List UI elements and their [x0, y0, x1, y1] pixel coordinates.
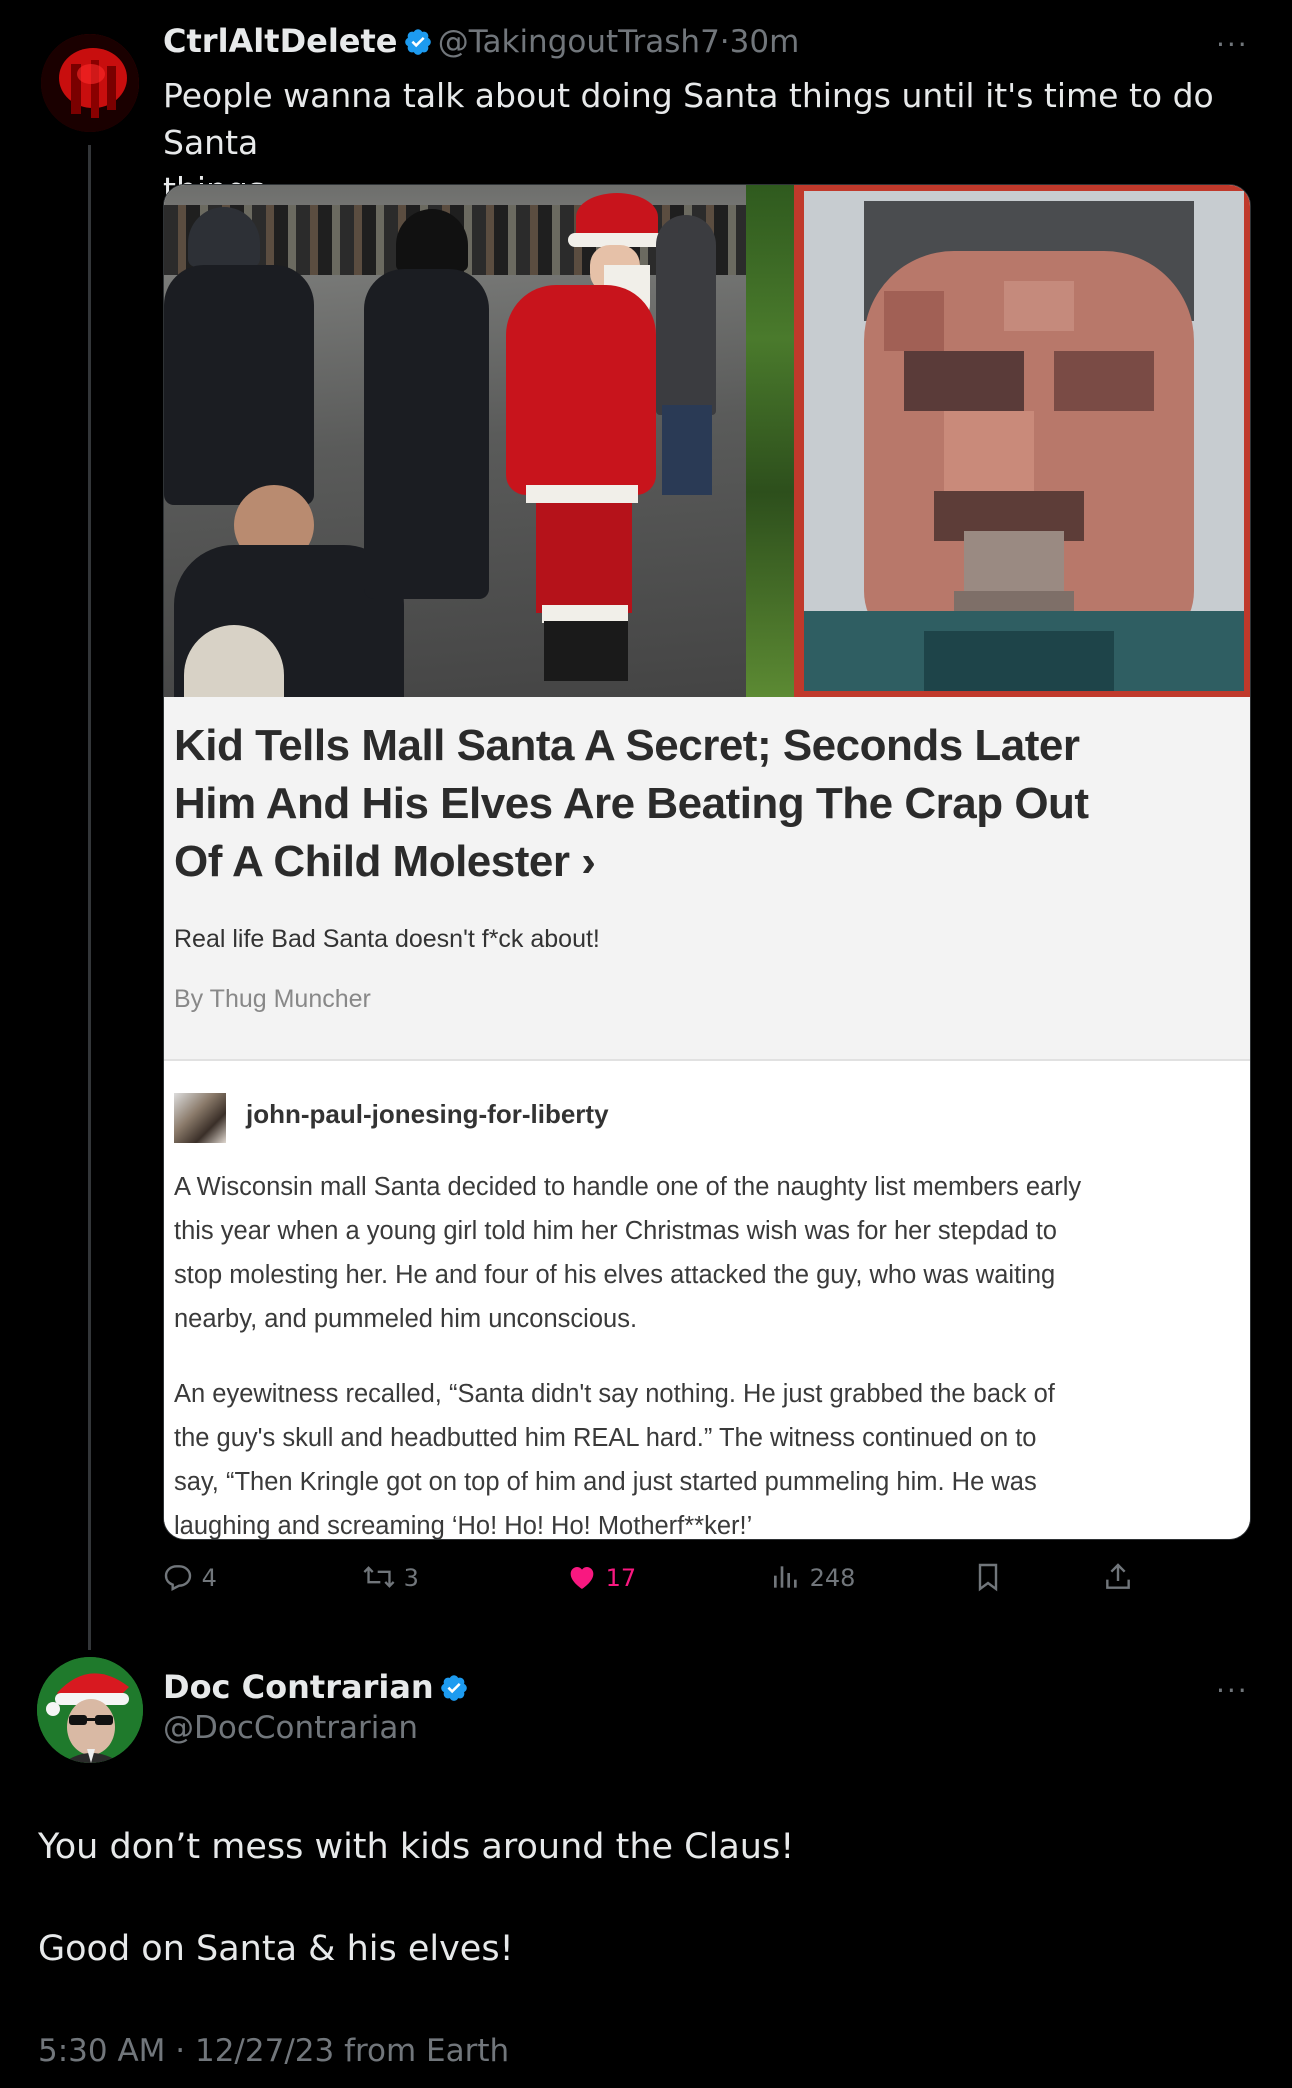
- article-byline: By Thug Muncher: [174, 985, 371, 1013]
- like-icon: [570, 1567, 594, 1589]
- views-button[interactable]: 248: [770, 1561, 855, 1593]
- officer-left: [164, 265, 314, 505]
- santa-pants: [536, 503, 632, 613]
- verified-badge-icon: [404, 29, 431, 55]
- reply-more-icon[interactable]: ···: [1216, 1674, 1249, 1707]
- reply-text-line1: You don’t mess with kids around the Clau…: [38, 1827, 795, 1867]
- headline-line1: Kid Tells Mall Santa A Secret; Seconds L…: [174, 721, 1080, 770]
- like-count: 17: [605, 1564, 637, 1592]
- tweet-header: CtrlAltDelete @TakingoutTrash7·30m: [163, 22, 799, 60]
- para1-line: stop molesting her. He and four of his e…: [174, 1261, 1056, 1289]
- headline-line3: Of A Child Molester: [174, 837, 570, 886]
- pine-decoration: [746, 185, 794, 697]
- reply-header: Doc Contrarian: [163, 1668, 469, 1706]
- author-handle[interactable]: @TakingoutTrash7: [438, 24, 720, 60]
- headline-line2: Him And His Elves Are Beating The Crap O…: [174, 779, 1089, 828]
- bystander: [656, 215, 716, 415]
- para1-line: nearby, and pummeled him unconscious.: [174, 1305, 638, 1333]
- para2-line: the guy's skull and headbutted him REAL …: [174, 1424, 1037, 1452]
- para2-line: laughing and screaming ‘Ho! Ho! Ho! Moth…: [174, 1512, 753, 1540]
- thread-line: [88, 145, 91, 1650]
- santa-coat-trim: [526, 485, 638, 503]
- santa-coat: [506, 285, 656, 495]
- reply-timestamp[interactable]: 5:30 AM · 12/27/23 from Earth: [38, 2033, 509, 2069]
- helmet-center: [396, 209, 468, 271]
- bookmark-button[interactable]: [972, 1561, 1004, 1593]
- avatar-image: [41, 34, 139, 132]
- tweet-text-line1: People wanna talk about doing Santa thin…: [163, 76, 1214, 162]
- post-paragraph-2: An eyewitness recalled, “Santa didn't sa…: [174, 1372, 1244, 1540]
- post-author-avatar: [174, 1093, 226, 1143]
- retweet-button[interactable]: 3: [362, 1561, 419, 1593]
- more-icon[interactable]: ···: [1216, 28, 1249, 61]
- reply-count: 4: [201, 1564, 217, 1592]
- santa-arrest-photo: [164, 185, 746, 697]
- separator: ·: [719, 24, 730, 60]
- chevron-right-icon: ›: [581, 837, 596, 886]
- reply-author-handle[interactable]: @DocContrarian: [163, 1710, 418, 1746]
- bookmark-icon: [978, 1563, 998, 1592]
- reply-text-line2: Good on Santa & his elves!: [38, 1929, 514, 1969]
- author-avatar[interactable]: [41, 34, 139, 132]
- author-name[interactable]: CtrlAltDelete: [163, 22, 398, 60]
- para2-line: An eyewitness recalled, “Santa didn't sa…: [174, 1380, 1055, 1408]
- avatar-image: [37, 1657, 143, 1763]
- reply-author-avatar[interactable]: [37, 1657, 143, 1763]
- post-paragraph-1: A Wisconsin mall Santa decided to handle…: [174, 1165, 1244, 1341]
- article-subline: Real life Bad Santa doesn't f*ck about!: [174, 925, 600, 953]
- para1-line: this year when a young girl told him her…: [174, 1217, 1057, 1245]
- para1-line: A Wisconsin mall Santa decided to handle…: [174, 1173, 1082, 1201]
- post-author-name: john-paul-jonesing-for-liberty: [246, 1099, 609, 1129]
- article-headline: Kid Tells Mall Santa A Secret; Seconds L…: [174, 717, 1234, 891]
- time-ago[interactable]: 30m: [730, 24, 800, 60]
- reply-button[interactable]: 4: [162, 1561, 217, 1593]
- retweet-icon: [363, 1566, 395, 1588]
- reply-author-name[interactable]: Doc Contrarian: [163, 1668, 434, 1706]
- view-count: 248: [809, 1564, 856, 1592]
- share-button[interactable]: [1102, 1561, 1134, 1593]
- share-icon: [1106, 1563, 1130, 1589]
- like-button[interactable]: 17: [566, 1561, 636, 1593]
- reply-icon: [164, 1565, 192, 1591]
- santa-boots: [544, 621, 628, 681]
- para2-line: say, “Then Kringle got on top of him and…: [174, 1468, 1037, 1496]
- officer-center: [364, 269, 489, 599]
- bystander-legs: [662, 405, 712, 495]
- attached-image[interactable]: Kid Tells Mall Santa A Secret; Seconds L…: [163, 184, 1251, 1540]
- verified-badge-icon: [440, 1675, 467, 1701]
- views-icon: [774, 1566, 797, 1588]
- retweet-count: 3: [403, 1564, 419, 1592]
- pixelated-mugshot: [804, 191, 1244, 691]
